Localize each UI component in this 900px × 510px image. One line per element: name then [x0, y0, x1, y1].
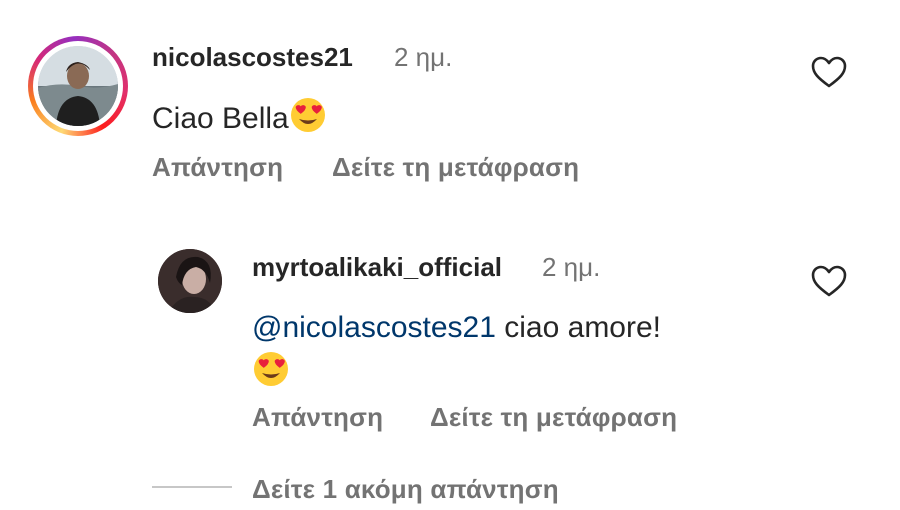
reply-mention-link[interactable]: @nicolascostes21 — [252, 311, 496, 344]
comment-time: 2 ημ. — [394, 42, 453, 72]
view-more-replies-button[interactable]: Δείτε 1 ακόμη απάντηση — [252, 474, 559, 505]
avatar-ring-gap — [33, 41, 123, 131]
more-replies-divider — [152, 486, 232, 488]
reply-time: 2 ημ. — [542, 252, 601, 282]
comment-text: Ciao Bella — [152, 102, 289, 135]
reply-reply-button[interactable]: Απάντηση — [252, 402, 383, 433]
comment-body: Ciao Bella — [152, 96, 327, 136]
heart-eyes-emoji-icon — [252, 350, 290, 388]
comment-reply-button[interactable]: Απάντηση — [152, 152, 283, 183]
comment-translate-button[interactable]: Δείτε τη μετάφραση — [332, 152, 579, 183]
avatar-myrtoalikaki[interactable] — [158, 249, 222, 313]
avatar-nicolascostes21 — [38, 46, 118, 126]
avatar-story-ring[interactable] — [28, 36, 128, 136]
like-reply-heart-icon[interactable] — [810, 264, 848, 298]
heart-eyes-emoji-icon — [289, 96, 327, 134]
reply-text: ciao amore! — [504, 311, 662, 344]
reply-username[interactable]: myrtoalikaki_official — [252, 252, 502, 283]
comment-username[interactable]: nicolascostes21 — [152, 42, 353, 73]
reply-translate-button[interactable]: Δείτε τη μετάφραση — [430, 402, 677, 433]
like-comment-heart-icon[interactable] — [810, 55, 848, 89]
reply-body: @nicolascostes21 ciao amore! — [252, 306, 772, 395]
